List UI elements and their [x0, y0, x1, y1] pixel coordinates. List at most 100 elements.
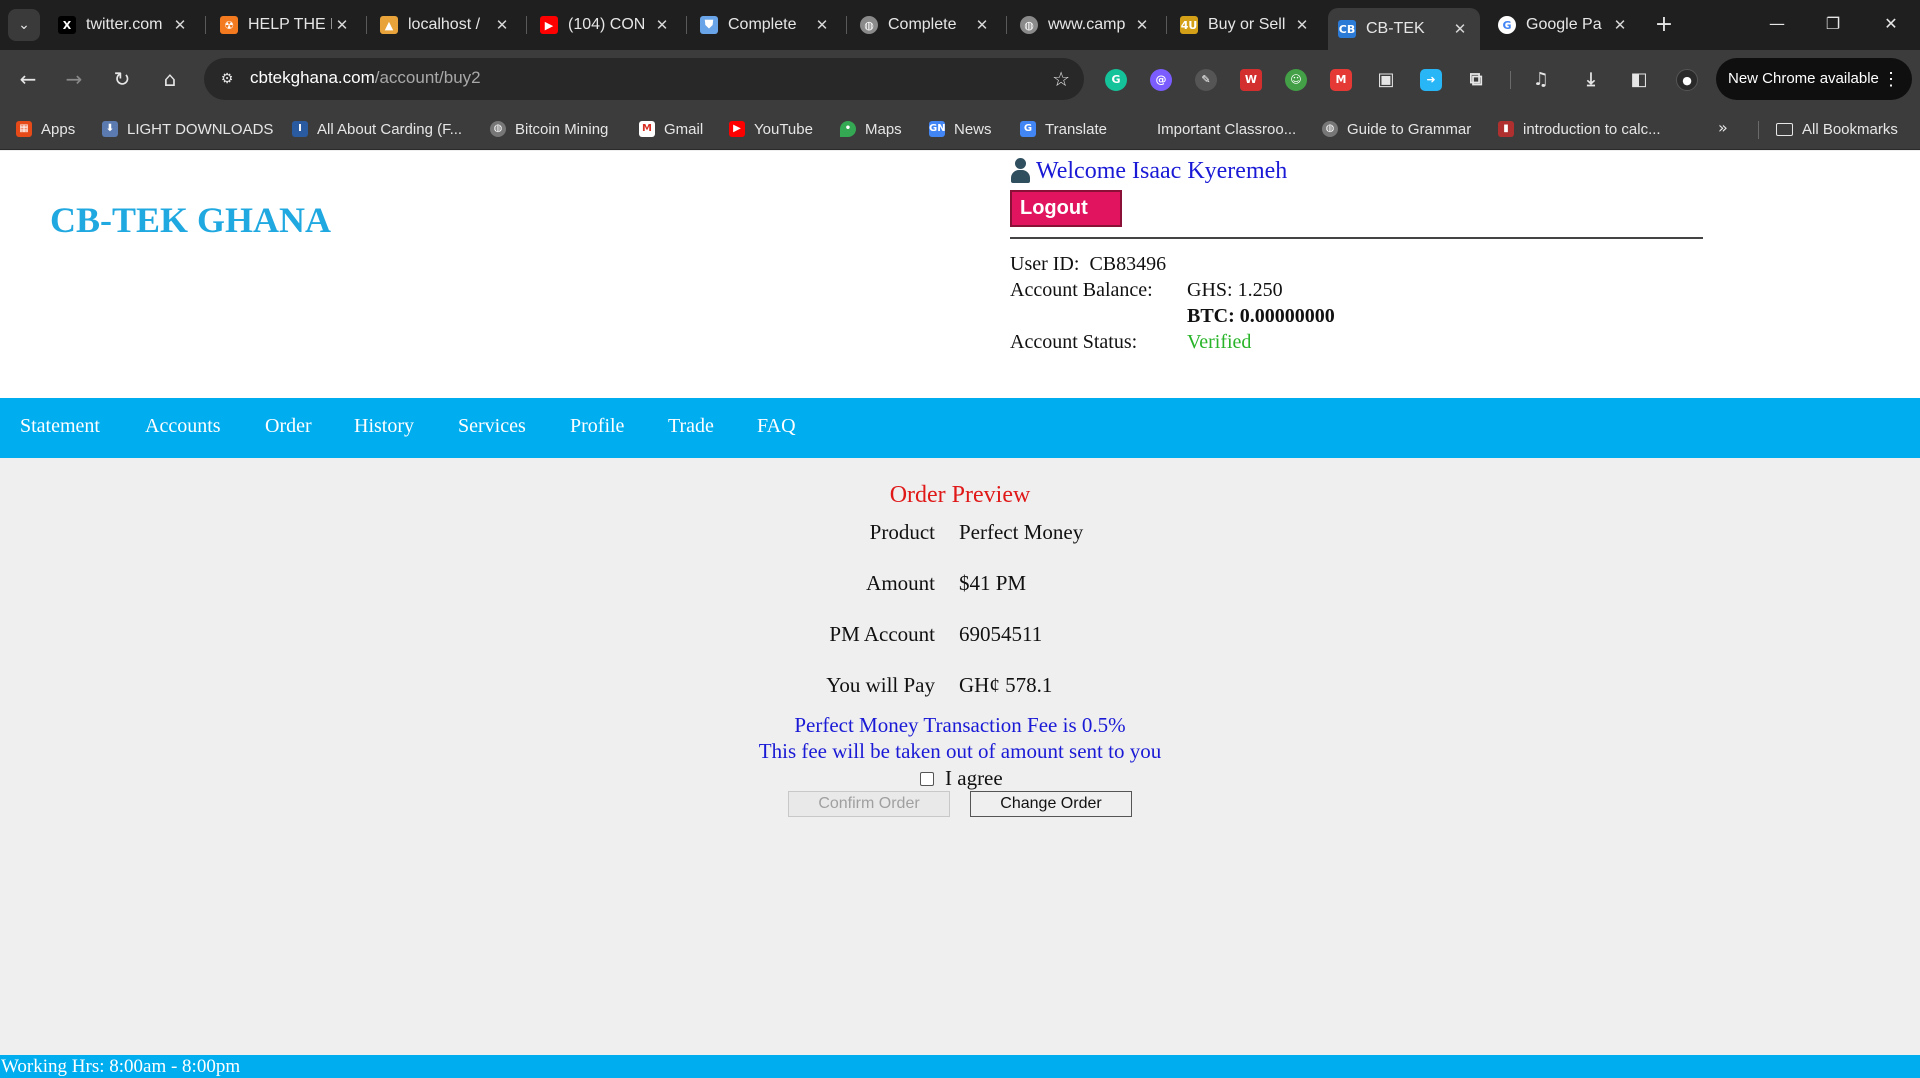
tab-search-button[interactable]: ⌄ — [8, 9, 40, 41]
bookmark-maps[interactable]: • Maps — [840, 118, 902, 140]
bookmark-apps[interactable]: ▦ Apps — [16, 118, 75, 140]
close-icon[interactable]: ✕ — [1610, 16, 1630, 34]
tab-youtube[interactable]: ▶ (104) CON ✕ — [530, 8, 682, 42]
maps-pin-icon: • — [840, 121, 856, 137]
globe-icon: ◍ — [860, 16, 878, 34]
bookmark-carding[interactable]: I All About Carding (F... — [292, 118, 462, 140]
bookmark-youtube[interactable]: ▶ YouTube — [729, 118, 813, 140]
bookmark-translate[interactable]: G Translate — [1020, 118, 1107, 140]
tab-cb-tek[interactable]: CB CB-TEK ✕ — [1328, 8, 1480, 50]
close-icon[interactable]: ✕ — [170, 16, 190, 34]
nav-profile[interactable]: Profile — [570, 415, 624, 438]
tab-title: Complete — [888, 16, 957, 33]
download-icon: ⬇ — [102, 121, 118, 137]
downloads-icon[interactable]: ⤓ — [1580, 69, 1602, 91]
extension-gift-icon[interactable]: ▣ — [1375, 69, 1397, 91]
extension-android-icon[interactable]: ☺ — [1285, 69, 1307, 91]
site-header: CB-TEK GHANA Welcome Isaac Kyeremeh Logo… — [0, 151, 1920, 398]
new-tab-button[interactable]: + — [1650, 10, 1678, 40]
side-panel-icon[interactable]: ◧ — [1628, 69, 1650, 91]
url-path: /account/buy2 — [374, 68, 481, 87]
tab-help[interactable]: ☢ HELP THE N ✕ — [210, 8, 362, 42]
chrome-update-button[interactable]: New Chrome available ⋮ — [1716, 58, 1912, 100]
reload-button[interactable]: ↻ — [106, 63, 138, 95]
address-bar[interactable]: ⚙ cbtekghana.com/account/buy2 ☆ — [204, 58, 1084, 100]
close-icon[interactable]: ✕ — [1132, 16, 1152, 34]
confirm-order-button[interactable]: Confirm Order — [788, 791, 950, 817]
bookmark-light-downloads[interactable]: ⬇ LIGHT DOWNLOADS — [102, 118, 273, 140]
back-button[interactable]: ← — [12, 63, 44, 95]
extension-m-icon[interactable]: M — [1330, 69, 1352, 91]
close-icon[interactable]: ✕ — [652, 16, 672, 34]
bookmarks-separator — [1758, 121, 1759, 139]
more-menu-icon[interactable]: ⋮ — [1882, 58, 1900, 100]
nav-trade[interactable]: Trade — [668, 415, 714, 438]
bookmark-gmail[interactable]: M Gmail — [639, 118, 703, 140]
nav-history[interactable]: History — [354, 415, 414, 438]
site-info-icon[interactable]: ⚙ — [216, 68, 238, 90]
extension-at-icon[interactable]: @ — [1150, 69, 1172, 91]
tab-buy-sell[interactable]: 4U Buy or Sell ✕ — [1170, 8, 1322, 42]
logout-button[interactable]: Logout — [1010, 190, 1122, 227]
tab-title: Buy or Sell — [1208, 16, 1286, 33]
close-icon[interactable]: ✕ — [1450, 20, 1470, 38]
change-order-button[interactable]: Change Order — [970, 791, 1132, 817]
user-id-label: User ID: — [1010, 252, 1080, 275]
tab-title: Google Pa — [1526, 16, 1602, 33]
bookmark-calculus[interactable]: ▮ introduction to calc... — [1498, 118, 1661, 140]
nav-faq[interactable]: FAQ — [757, 415, 796, 438]
tab-complete-2[interactable]: ◍ Complete ✕ — [850, 8, 1002, 42]
extensions-puzzle-icon[interactable]: ⧉ — [1465, 69, 1487, 91]
welcome-text: Welcome Isaac Kyeremeh — [1036, 157, 1288, 184]
tab-localhost[interactable]: ▲ localhost / ✕ — [370, 8, 522, 42]
extension-pin-icon[interactable]: ✎ — [1195, 69, 1217, 91]
tab-title: HELP THE N — [248, 16, 332, 33]
agree-checkbox[interactable] — [920, 771, 934, 786]
all-bookmarks-button[interactable]: All Bookmarks — [1776, 118, 1898, 140]
globe-icon: ◍ — [490, 121, 506, 137]
tab-complete-1[interactable]: ⛊ Complete ✕ — [690, 8, 842, 42]
close-icon[interactable]: ✕ — [332, 16, 352, 34]
home-button[interactable]: ⌂ — [154, 63, 186, 95]
close-icon[interactable]: ✕ — [972, 16, 992, 34]
bookmark-label: Gmail — [664, 120, 704, 138]
agree-label: I agree — [945, 766, 1003, 790]
bookmark-label: Important Classroo... — [1157, 120, 1297, 138]
nav-statement[interactable]: Statement — [20, 415, 100, 438]
nav-services[interactable]: Services — [458, 415, 526, 438]
account-info: User ID: CB83496 Account Balance: GHS: 1… — [1010, 251, 1703, 355]
restore-button[interactable]: ❐ — [1810, 8, 1856, 40]
nav-order[interactable]: Order — [265, 415, 312, 438]
profile-avatar-icon[interactable]: ● — [1676, 69, 1698, 91]
order-value: 69054511 — [959, 622, 1043, 646]
bookmark-star-icon[interactable]: ☆ — [1052, 67, 1070, 91]
tab-twitter[interactable]: X twitter.com ✕ — [48, 8, 200, 42]
more-bookmarks-chevron-icon[interactable]: » — [1718, 118, 1728, 137]
bookmark-grammar[interactable]: ◍ Guide to Grammar — [1322, 118, 1471, 140]
minimize-button[interactable]: — — [1754, 8, 1800, 40]
url-host: cbtekghana.com — [250, 68, 375, 87]
extension-arrow-icon[interactable]: ➜ — [1420, 69, 1442, 91]
media-controls-icon[interactable]: ♫ — [1530, 69, 1552, 91]
grammarly-extension-icon[interactable]: G — [1105, 69, 1127, 91]
bookmark-news[interactable]: GN News — [929, 118, 992, 140]
bookmark-label: Bitcoin Mining — [515, 120, 609, 138]
forward-button[interactable]: → — [58, 63, 90, 95]
order-label: You will Pay — [826, 673, 935, 697]
close-icon[interactable]: ✕ — [1292, 16, 1312, 34]
nav-accounts[interactable]: Accounts — [145, 415, 221, 438]
order-title: Order Preview — [889, 482, 1031, 508]
close-icon[interactable]: ✕ — [492, 16, 512, 34]
tab-camp[interactable]: ◍ www.camp ✕ — [1010, 8, 1162, 42]
bookmark-classroom[interactable]: Important Classroo... — [1132, 118, 1296, 140]
news-icon: GN — [929, 121, 946, 137]
tab-separator — [686, 16, 687, 34]
bookmark-label: Apps — [41, 120, 76, 138]
site-logo[interactable]: CB-TEK GHANA — [50, 199, 331, 241]
window-close-button[interactable]: ✕ — [1868, 8, 1914, 40]
bookmark-bitcoin-mining[interactable]: ◍ Bitcoin Mining — [490, 118, 608, 140]
close-icon[interactable]: ✕ — [812, 16, 832, 34]
tab-google-pay[interactable]: G Google Pa ✕ — [1488, 8, 1640, 42]
extension-wa-icon[interactable]: W — [1240, 69, 1262, 91]
agree-checkbox-row[interactable]: I agree — [920, 766, 1003, 791]
